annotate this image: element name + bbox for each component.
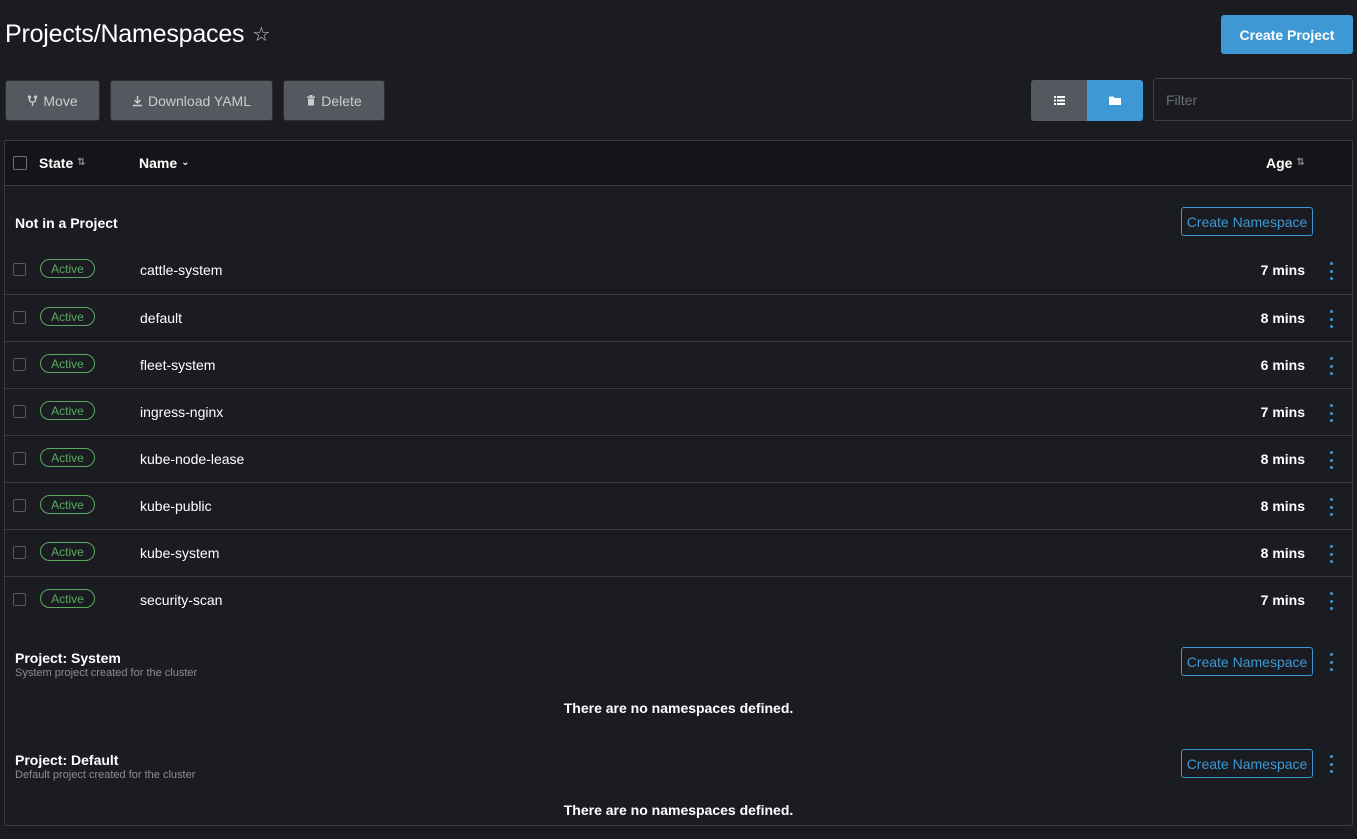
status-badge: Active <box>40 542 95 561</box>
status-badge: Active <box>40 448 95 467</box>
namespace-name[interactable]: security-scan <box>140 592 222 608</box>
namespace-name[interactable]: kube-public <box>140 498 212 514</box>
group-title: Project: Default <box>15 752 119 768</box>
status-badge: Active <box>40 401 95 420</box>
move-icon <box>28 94 38 106</box>
row-actions-icon[interactable] <box>1327 545 1335 563</box>
namespace-age: 8 mins <box>1260 498 1305 514</box>
row-actions-icon[interactable] <box>1327 404 1335 422</box>
row-checkbox[interactable] <box>13 311 26 324</box>
namespace-name[interactable]: default <box>140 310 182 326</box>
group-description: Default project created for the cluster <box>15 769 196 781</box>
move-button[interactable]: Move <box>5 80 100 121</box>
table-row[interactable]: Active ingress-nginx 7 mins <box>5 388 1352 435</box>
project-actions-icon[interactable] <box>1327 755 1335 773</box>
download-icon <box>133 95 142 106</box>
status-badge: Active <box>40 307 95 326</box>
table-row[interactable]: Active cattle-system 7 mins <box>5 247 1352 294</box>
namespace-name[interactable]: kube-system <box>140 545 219 561</box>
namespace-age: 8 mins <box>1260 451 1305 467</box>
column-name[interactable]: Name ⌄ <box>139 155 190 171</box>
table-row[interactable]: Active kube-node-lease 8 mins <box>5 435 1352 482</box>
column-state-label: State <box>39 155 74 171</box>
view-toggle <box>1031 80 1143 121</box>
status-badge: Active <box>40 589 95 608</box>
page-title-text: Projects/Namespaces <box>5 20 245 48</box>
namespace-age: 7 mins <box>1260 404 1305 420</box>
filter-input[interactable] <box>1153 78 1353 121</box>
namespace-age: 6 mins <box>1260 357 1305 373</box>
column-name-label: Name <box>139 155 178 171</box>
project-actions-icon[interactable] <box>1327 653 1335 671</box>
sort-icon: ⇅ <box>77 157 86 168</box>
column-age-label: Age <box>1266 155 1293 171</box>
namespace-age: 8 mins <box>1260 545 1305 561</box>
folder-icon <box>1109 96 1121 105</box>
row-actions-icon[interactable] <box>1327 498 1335 516</box>
create-namespace-button[interactable]: Create Namespace <box>1181 647 1313 676</box>
download-yaml-button[interactable]: Download YAML <box>110 80 273 121</box>
namespace-name[interactable]: kube-node-lease <box>140 451 244 467</box>
sort-icon: ⇅ <box>1296 157 1305 168</box>
namespace-name[interactable]: fleet-system <box>140 357 215 373</box>
empty-message: There are no namespaces defined. <box>563 700 794 716</box>
table-row[interactable]: Active default 8 mins <box>5 294 1352 341</box>
group-description: System project created for the cluster <box>15 667 198 679</box>
table-header: State ⇅ Name ⌄ Age ⇅ <box>5 141 1352 186</box>
row-checkbox[interactable] <box>13 405 26 418</box>
table-row[interactable]: Active kube-public 8 mins <box>5 482 1352 529</box>
download-yaml-label: Download YAML <box>148 92 251 109</box>
namespace-name[interactable]: ingress-nginx <box>140 404 223 420</box>
group-title: Project: System <box>15 650 121 666</box>
row-actions-icon[interactable] <box>1327 592 1335 610</box>
row-checkbox[interactable] <box>13 358 26 371</box>
select-all-checkbox[interactable] <box>13 156 27 170</box>
row-actions-icon[interactable] <box>1327 262 1335 280</box>
row-checkbox[interactable] <box>13 452 26 465</box>
delete-label: Delete <box>321 92 362 109</box>
namespaces-table: State ⇅ Name ⌄ Age ⇅ Not in a Project Cr… <box>4 140 1353 826</box>
row-checkbox[interactable] <box>13 263 26 276</box>
row-actions-icon[interactable] <box>1327 451 1335 469</box>
table-row[interactable]: Active fleet-system 6 mins <box>5 341 1352 388</box>
create-namespace-button[interactable]: Create Namespace <box>1181 207 1313 236</box>
page-title: Projects/Namespaces ☆ <box>5 18 270 50</box>
list-view-toggle[interactable] <box>1031 80 1087 121</box>
column-age[interactable]: Age ⇅ <box>1266 155 1305 171</box>
create-project-button[interactable]: Create Project <box>1221 15 1353 54</box>
trash-icon <box>307 95 316 106</box>
status-badge: Active <box>40 354 95 373</box>
status-badge: Active <box>40 495 95 514</box>
list-icon <box>1053 96 1065 105</box>
column-state[interactable]: State ⇅ <box>39 155 86 171</box>
sort-desc-icon: ⌄ <box>181 157 190 168</box>
page: Projects/Namespaces ☆ Create Project Mov… <box>0 0 1357 839</box>
group-title: Not in a Project <box>15 215 118 231</box>
row-checkbox[interactable] <box>13 546 26 559</box>
namespace-age: 7 mins <box>1260 262 1305 278</box>
namespace-age: 8 mins <box>1260 310 1305 326</box>
delete-button[interactable]: Delete <box>283 80 385 121</box>
status-badge: Active <box>40 259 95 278</box>
row-checkbox[interactable] <box>13 499 26 512</box>
create-namespace-button[interactable]: Create Namespace <box>1181 749 1313 778</box>
namespace-age: 7 mins <box>1260 592 1305 608</box>
namespace-name[interactable]: cattle-system <box>140 262 222 278</box>
move-label: Move <box>43 92 78 109</box>
empty-message: There are no namespaces defined. <box>563 802 794 818</box>
group-view-toggle[interactable] <box>1087 80 1143 121</box>
row-checkbox[interactable] <box>13 593 26 606</box>
star-icon[interactable]: ☆ <box>252 25 270 45</box>
row-actions-icon[interactable] <box>1327 357 1335 375</box>
table-row[interactable]: Active kube-system 8 mins <box>5 529 1352 576</box>
row-actions-icon[interactable] <box>1327 310 1335 328</box>
table-row[interactable]: Active security-scan 7 mins <box>5 576 1352 623</box>
